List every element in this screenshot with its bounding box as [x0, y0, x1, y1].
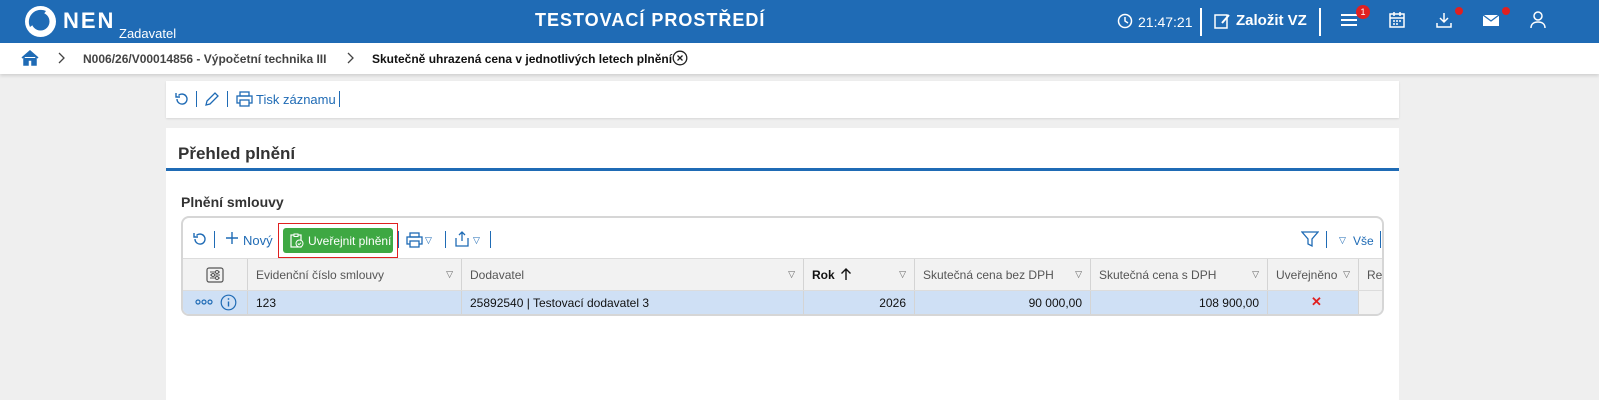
more-options-icon[interactable]: [195, 297, 213, 307]
table-header: Evidenční číslo smlouvy ▽ Dodavatel ▽ Ro…: [183, 258, 1383, 291]
publish-button[interactable]: Uveřejnit plnění: [283, 228, 393, 253]
column-header-label: Uveřejněno: [1276, 268, 1338, 282]
print-record-button[interactable]: Tisk záznamu: [256, 92, 336, 107]
cell-supplier: 25892540 | Testovací dodavatel 3: [462, 291, 804, 314]
breadcrumb-item-current: Skutečně uhrazená cena v jednotlivých le…: [372, 52, 673, 66]
cell-published: ✕: [1268, 291, 1359, 314]
download-indicator: [1455, 7, 1463, 15]
column-filter-icon[interactable]: ▽: [788, 269, 795, 280]
breadcrumb-item-tender[interactable]: N006/26/V00014856 - Výpočetní technika I…: [83, 52, 326, 66]
column-header-published[interactable]: Uveřejněno ▽: [1268, 259, 1359, 290]
divider: [227, 91, 228, 107]
cell-contract-number: 123: [248, 291, 462, 314]
column-settings-cell: [183, 259, 248, 290]
new-button[interactable]: Nový: [243, 233, 273, 248]
column-header-label: Skutečná cena bez DPH: [923, 268, 1054, 282]
column-settings-icon[interactable]: [206, 267, 224, 283]
main-panel: Přehled plnění Plnění smlouvy Nový Uveře…: [166, 128, 1399, 400]
refresh-icon[interactable]: [174, 91, 190, 107]
column-filter-icon[interactable]: ▽: [446, 269, 453, 280]
divider: [1326, 231, 1327, 248]
clock-icon: [1117, 13, 1133, 29]
sort-ascending-icon: [840, 267, 852, 281]
filter-icon[interactable]: [1301, 230, 1319, 248]
cell-price-without-vat: 90 000,00: [915, 291, 1091, 314]
role-label: Zadavatel: [119, 26, 177, 41]
export-icon[interactable]: [454, 230, 470, 247]
column-filter-icon[interactable]: ▽: [1343, 269, 1350, 280]
breadcrumb: N006/26/V00014856 - Výpočetní technika I…: [0, 43, 1599, 74]
close-icon[interactable]: [672, 50, 688, 66]
filter-dropdown-icon[interactable]: ▽: [1339, 235, 1346, 246]
title-underline: [166, 168, 1399, 171]
not-published-icon: ✕: [1311, 294, 1322, 309]
column-header-year[interactable]: Rok ▽: [804, 259, 915, 290]
divider: [1319, 8, 1321, 36]
divider: [214, 231, 215, 248]
notification-badge: 1: [1356, 5, 1370, 19]
divider: [490, 231, 491, 248]
calendar-icon[interactable]: [1388, 11, 1406, 29]
divider: [1200, 8, 1202, 36]
row-actions-cell: [183, 291, 248, 314]
divider: [445, 231, 446, 248]
filter-all-button[interactable]: Vše: [1353, 234, 1374, 248]
column-filter-icon[interactable]: ▽: [899, 269, 906, 280]
cell-price-with-vat: 108 900,00: [1091, 291, 1268, 314]
page-title: Přehled plnění: [178, 144, 296, 163]
chevron-right-icon: [347, 52, 355, 64]
divider: [339, 91, 340, 107]
logo-icon[interactable]: [24, 5, 57, 38]
record-toolbar: Tisk záznamu: [166, 81, 1399, 118]
publish-button-label: Uveřejnit plnění: [308, 234, 392, 248]
create-icon[interactable]: [1213, 12, 1231, 30]
info-icon[interactable]: [220, 294, 237, 311]
divider: [398, 231, 399, 248]
plus-icon[interactable]: [225, 231, 239, 245]
environment-title: TESTOVACÍ PROSTŘEDÍ: [535, 10, 766, 30]
user-icon[interactable]: [1530, 11, 1546, 29]
column-header-price-with-vat[interactable]: Skutečná cena s DPH ▽: [1091, 259, 1268, 290]
column-header-truncated[interactable]: Re: [1359, 259, 1383, 290]
data-grid: Nový Uveřejnit plnění ▽ ▽ ▽ Vše Evidenčn…: [181, 216, 1384, 316]
column-filter-icon[interactable]: ▽: [1252, 269, 1259, 280]
column-filter-icon[interactable]: ▽: [1075, 269, 1082, 280]
create-tender-button[interactable]: Založit VZ: [1236, 12, 1307, 29]
mail-indicator: [1502, 7, 1510, 15]
column-header-label: Rok: [812, 268, 835, 282]
chevron-right-icon: [58, 52, 66, 64]
column-header-supplier[interactable]: Dodavatel ▽: [462, 259, 804, 290]
top-bar: NEN Zadavatel TESTOVACÍ PROSTŘEDÍ 21:47:…: [0, 0, 1599, 43]
print-icon[interactable]: [406, 232, 423, 248]
session-clock: 21:47:21: [1138, 14, 1193, 30]
print-dropdown-icon[interactable]: ▽: [425, 235, 432, 246]
brand-name[interactable]: NEN: [63, 8, 115, 34]
column-header-label: Dodavatel: [470, 268, 525, 282]
print-icon[interactable]: [236, 91, 253, 107]
divider: [1380, 231, 1381, 248]
export-dropdown-icon[interactable]: ▽: [473, 235, 480, 246]
download-icon[interactable]: [1435, 11, 1453, 29]
divider: [196, 91, 197, 107]
home-icon[interactable]: [21, 50, 39, 66]
mail-icon[interactable]: [1482, 11, 1500, 29]
edit-icon[interactable]: [203, 90, 219, 108]
cell-year: 2026: [804, 291, 915, 314]
clipboard-check-icon: [289, 233, 304, 248]
column-header-label: Evidenční číslo smlouvy: [256, 268, 385, 282]
section-title: Plnění smlouvy: [181, 194, 284, 210]
cell-truncated: [1359, 291, 1382, 314]
column-header-price-without-vat[interactable]: Skutečná cena bez DPH ▽: [915, 259, 1091, 290]
column-header-contract-number[interactable]: Evidenční číslo smlouvy ▽: [248, 259, 462, 290]
refresh-icon[interactable]: [192, 231, 208, 247]
table-row[interactable]: 123 25892540 | Testovací dodavatel 3 202…: [183, 291, 1382, 314]
column-header-label: Re: [1367, 268, 1383, 282]
column-header-label: Skutečná cena s DPH: [1099, 268, 1217, 282]
